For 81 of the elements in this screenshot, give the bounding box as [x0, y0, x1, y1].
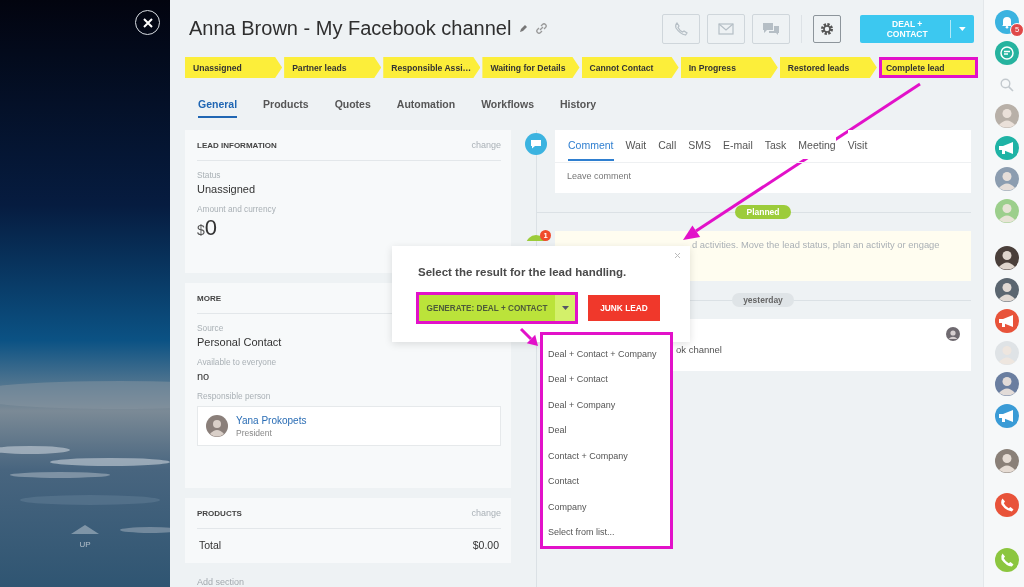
dropdown-toggle[interactable] [555, 295, 575, 321]
stage-tab[interactable]: Partner leads [284, 57, 382, 78]
close-icon [141, 16, 154, 29]
total-value: $0.00 [472, 539, 499, 551]
pencil-icon[interactable] [519, 24, 529, 33]
tab[interactable]: Workflows [481, 98, 535, 116]
field-value: Personal Contact [197, 336, 283, 348]
chat-icon [762, 21, 780, 36]
tab[interactable]: History [560, 98, 597, 116]
stage-tab[interactable]: Complete lead [878, 57, 978, 78]
megaphone-glyph-icon [998, 409, 1016, 422]
field-label: Responsible person [197, 391, 272, 401]
stage-tab[interactable]: Cannot Contact [581, 57, 679, 78]
date-pill: yesterday [732, 293, 794, 307]
stage-tab[interactable]: In Progress [680, 57, 778, 78]
person-name-link[interactable]: Yana Prokopets [236, 414, 307, 426]
total-label: Total [199, 539, 222, 551]
notice-text: d activities. Move the lead status, plan an activity or engage [692, 239, 940, 250]
field-label: Available to everyone [197, 357, 278, 367]
phone-icon[interactable] [995, 548, 1019, 573]
comment-field[interactable]: Leave comment [555, 163, 971, 181]
field-label: Status [197, 170, 222, 180]
stage-tab[interactable]: Waiting for Details [482, 57, 580, 78]
caret-icon [561, 306, 569, 310]
tab[interactable]: Products [263, 98, 309, 116]
menu-item[interactable]: Deal + Contact + Company [548, 341, 670, 367]
tab[interactable]: Automation [396, 98, 456, 116]
megaphone-glyph-icon [998, 315, 1016, 328]
menu-item[interactable]: Company [548, 494, 670, 520]
menu-item[interactable]: Contact [548, 468, 670, 494]
handset-icon [999, 496, 1015, 513]
caret-icon [959, 26, 966, 31]
chat-bubble-icon [999, 45, 1015, 62]
menu-item[interactable]: Deal [548, 417, 670, 443]
tab[interactable]: General [198, 98, 238, 118]
envelope-icon [718, 22, 734, 35]
person-role: President [236, 427, 273, 438]
page-title: Anna Brown - My Facebook channel [189, 17, 512, 40]
settings-button[interactable] [813, 14, 841, 43]
planned-pill: Planned [735, 205, 791, 219]
amount-value: $0 [197, 217, 219, 239]
link-icon[interactable] [536, 23, 548, 34]
bell-icon [1000, 14, 1014, 29]
gear-icon [820, 21, 834, 36]
field-value: Unassigned [197, 183, 257, 195]
menu-item[interactable]: Contact + Company [548, 443, 670, 469]
stage-tab[interactable]: Unassigned [185, 57, 283, 78]
call-button[interactable] [662, 13, 700, 44]
stage-tab[interactable]: Responsible Assi… [383, 57, 481, 78]
search-icon[interactable] [1000, 77, 1014, 92]
notifications-button[interactable] [995, 9, 1019, 34]
close-icon[interactable] [674, 252, 681, 259]
field-label: Source [197, 323, 225, 333]
up-button[interactable]: UP [71, 525, 99, 549]
card-title: LEAD INFORMATION [197, 140, 277, 150]
stage-tab[interactable]: Restored leads [779, 57, 877, 78]
card-title: PRODUCTS [197, 508, 242, 518]
entry-text: ok channel [676, 344, 722, 355]
comment-icon [525, 133, 547, 155]
menu-item[interactable]: Deal + Contact [548, 366, 670, 392]
tab[interactable]: Quotes [334, 98, 371, 116]
chat-button[interactable] [752, 13, 790, 44]
annotation-arrow [519, 327, 538, 346]
generate-button[interactable]: GENERATE: DEAL + CONTACT [419, 295, 555, 321]
megaphone-icon[interactable] [995, 309, 1019, 334]
triangle-icon [71, 525, 99, 534]
card-title: MORE [197, 293, 221, 303]
megaphone-glyph-icon [998, 141, 1016, 154]
chat-icon[interactable] [995, 41, 1019, 66]
megaphone-icon[interactable] [995, 135, 1019, 160]
field-value: no [197, 370, 211, 382]
menu-item[interactable]: Select from list... [548, 519, 670, 545]
junk-lead-button[interactable]: JUNK LEAD [588, 295, 660, 321]
phone-icon [673, 20, 689, 37]
menu-item[interactable]: Deal + Company [548, 392, 670, 418]
phone-icon[interactable] [995, 492, 1019, 517]
field-label: Amount and currency [197, 204, 277, 214]
megaphone-icon[interactable] [995, 403, 1019, 428]
mail-button[interactable] [707, 13, 745, 44]
handset-icon [999, 552, 1015, 569]
dialog-title: Select the result for the lead handling. [418, 266, 628, 278]
